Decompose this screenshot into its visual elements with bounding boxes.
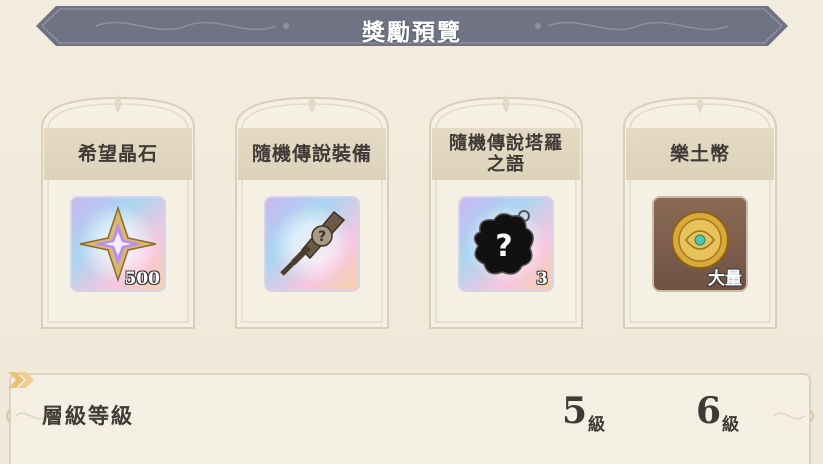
reward-quantity: 500 — [124, 269, 161, 289]
reward-item-slot[interactable]: 500 — [70, 196, 166, 292]
next-level-unit: 級 — [722, 415, 739, 435]
svg-text:?: ? — [318, 229, 326, 245]
reward-name: 隨機傳說塔羅 之語 — [432, 128, 580, 180]
header-banner: 獎勵預覽 — [36, 6, 788, 46]
reward-item-slot[interactable]: 大量 — [652, 196, 748, 292]
reward-card-random-legendary-tarot[interactable]: 隨機傳說塔羅 之語 ? 3 — [424, 92, 588, 334]
tier-level-row: 層級等級 5 級 6 級 — [6, 370, 814, 464]
reward-preview-screen: 獎勵預覽 希望晶石 500 隨機傳說裝備 ? 隨機傳說塔羅 之語 ? 3 樂土幣… — [0, 0, 823, 464]
reward-name: 希望晶石 — [44, 128, 192, 180]
reward-name: 樂土幣 — [626, 128, 774, 180]
reward-item-slot[interactable]: ? 3 — [458, 196, 554, 292]
reward-card-hope-crystal[interactable]: 希望晶石 500 — [36, 92, 200, 334]
double-chevron-right-icon — [8, 372, 34, 388]
random-legendary-weapon-icon: ? — [280, 210, 346, 276]
current-level-value: 5 — [562, 390, 588, 432]
current-level-unit: 級 — [588, 415, 605, 435]
svg-text:?: ? — [495, 229, 512, 264]
reward-name: 隨機傳說裝備 — [238, 128, 386, 180]
next-level-value: 6 — [696, 390, 722, 432]
reward-card-paradise-coin[interactable]: 樂土幣 大量 — [618, 92, 782, 334]
reward-item-slot[interactable]: ? — [264, 196, 360, 292]
reward-quantity: 大量 — [708, 269, 742, 289]
reward-card-random-legendary-gear[interactable]: 隨機傳說裝備 ? — [230, 92, 394, 334]
page-title: 獎勵預覽 — [362, 19, 462, 46]
tier-level-label: 層級等級 — [42, 403, 134, 428]
reward-quantity: 3 — [536, 269, 548, 289]
